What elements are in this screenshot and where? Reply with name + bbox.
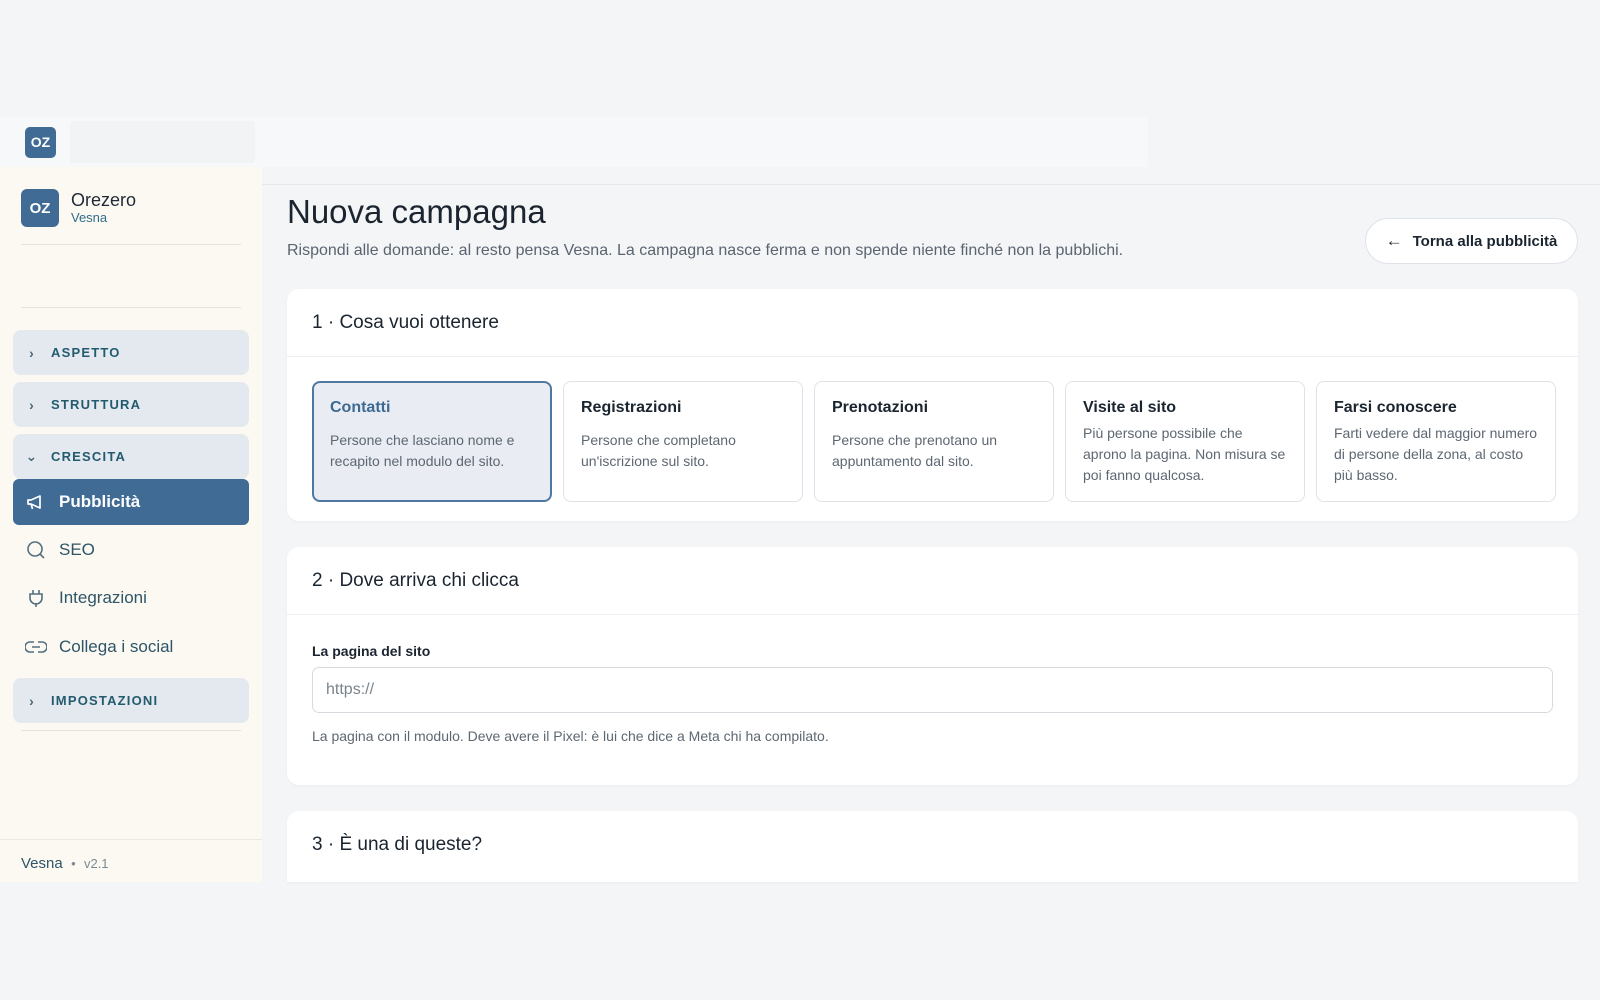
divider — [21, 730, 241, 731]
sidebar-group-impostazioni[interactable]: › IMPOSTAZIONI — [13, 678, 249, 723]
group-label: CRESCITA — [51, 449, 127, 464]
sidebar-group-struttura[interactable]: › STRUTTURA — [13, 382, 249, 427]
goal-options: Contatti Persone che lasciano nome e rec… — [312, 381, 1556, 502]
top-bar: OZ — [0, 117, 1148, 167]
footer-version: v2.1 — [83, 856, 109, 871]
option-title: Prenotazioni — [832, 399, 929, 416]
section-title: 3 · È una di queste? — [312, 834, 483, 855]
search-icon — [13, 540, 59, 560]
link-icon — [13, 640, 59, 654]
option-title: Visite al sito — [1083, 399, 1177, 416]
footer-app-name: Vesna — [21, 855, 63, 872]
megaphone-icon — [13, 493, 59, 511]
footer-separator: • — [71, 856, 76, 871]
chevron-down-icon: ⌄ — [25, 448, 39, 464]
field-help: La pagina con il modulo. Deve avere il P… — [312, 728, 829, 744]
group-label: ASPETTO — [51, 345, 121, 360]
section-3: 3 · È una di queste? — [287, 811, 1578, 882]
section-title: 2 · Dove arriva chi clicca — [287, 547, 1578, 615]
sidebar-group-aspetto[interactable]: › ASPETTO — [13, 330, 249, 375]
brand-name: Orezero — [71, 190, 137, 210]
top-tab[interactable] — [70, 121, 255, 163]
header-divider — [262, 184, 1600, 185]
group-label: STRUTTURA — [51, 397, 142, 412]
option-title: Farsi conoscere — [1334, 399, 1457, 416]
footer-divider — [0, 839, 262, 840]
back-button-label: Torna alla pubblicità — [1412, 232, 1558, 250]
field-label: La pagina del sito — [312, 643, 431, 659]
chevron-right-icon: › — [29, 396, 35, 413]
sidebar-item-label: Integrazioni — [59, 588, 147, 607]
chevron-right-icon: › — [29, 692, 35, 709]
group-label: IMPOSTAZIONI — [51, 693, 159, 708]
option-title: Contatti — [330, 399, 391, 416]
back-to-ads-button[interactable]: ← Torna alla pubblicità — [1365, 218, 1578, 264]
plug-icon — [13, 588, 59, 608]
divider — [21, 307, 241, 308]
section-goal: 1 · Cosa vuoi ottenere Contatti Persone … — [287, 289, 1578, 521]
sidebar-footer: Vesna • v2.1 — [21, 855, 109, 872]
sidebar-item-integrazioni[interactable]: Integrazioni — [13, 575, 249, 621]
option-desc: Persone che completano un'iscrizione sul… — [581, 432, 736, 469]
page-url-input[interactable] — [312, 667, 1553, 713]
option-desc: Persone che lasciano nome e recapito nel… — [330, 432, 515, 469]
arrow-left-icon: ← — [1385, 231, 1403, 250]
chevron-right-icon: › — [29, 344, 35, 361]
page-title: Nuova campagna — [287, 193, 546, 230]
option-visite-al-sito[interactable]: Visite al sito Più persone possibile che… — [1065, 381, 1305, 502]
divider — [21, 244, 241, 245]
option-desc: Farti vedere dal maggior numero di perso… — [1334, 425, 1538, 483]
app-logo[interactable]: OZ — [25, 126, 56, 158]
option-registrazioni[interactable]: Registrazioni Persone che completano un'… — [563, 381, 803, 502]
sidebar-item-label: Pubblicità — [59, 492, 141, 511]
section-title: 1 · Cosa vuoi ottenere — [287, 289, 1578, 357]
sidebar: OZ Orezero Vesna › ASPETTO › STRUTTURA ⌄… — [0, 167, 262, 882]
option-farsi-conoscere[interactable]: Farsi conoscere Farti vedere dal maggior… — [1316, 381, 1556, 502]
sidebar-item-label: Collega i social — [59, 637, 174, 656]
section-destination: 2 · Dove arriva chi clicca La pagina del… — [287, 547, 1578, 785]
sidebar-group-crescita[interactable]: ⌄ CRESCITA — [13, 434, 249, 479]
sidebar-item-label: SEO — [59, 540, 95, 559]
option-prenotazioni[interactable]: Prenotazioni Persone che prenotano un ap… — [814, 381, 1054, 502]
page-subtitle: Rispondi alle domande: al resto pensa Ve… — [287, 242, 1124, 259]
brand-subtitle: Vesna — [71, 210, 108, 225]
sidebar-item-pubblicita[interactable]: Pubblicità — [13, 479, 249, 525]
option-desc: Più persone possibile che aprono la pagi… — [1083, 425, 1286, 483]
sidebar-item-seo[interactable]: SEO — [13, 527, 249, 573]
brand[interactable]: OZ Orezero Vesna — [21, 189, 136, 227]
option-title: Registrazioni — [581, 399, 682, 416]
brand-logo: OZ — [21, 189, 59, 227]
option-desc: Persone che prenotano un appuntamento da… — [832, 432, 998, 469]
sidebar-item-collega-social[interactable]: Collega i social — [13, 624, 249, 670]
option-contatti[interactable]: Contatti Persone che lasciano nome e rec… — [312, 381, 552, 502]
